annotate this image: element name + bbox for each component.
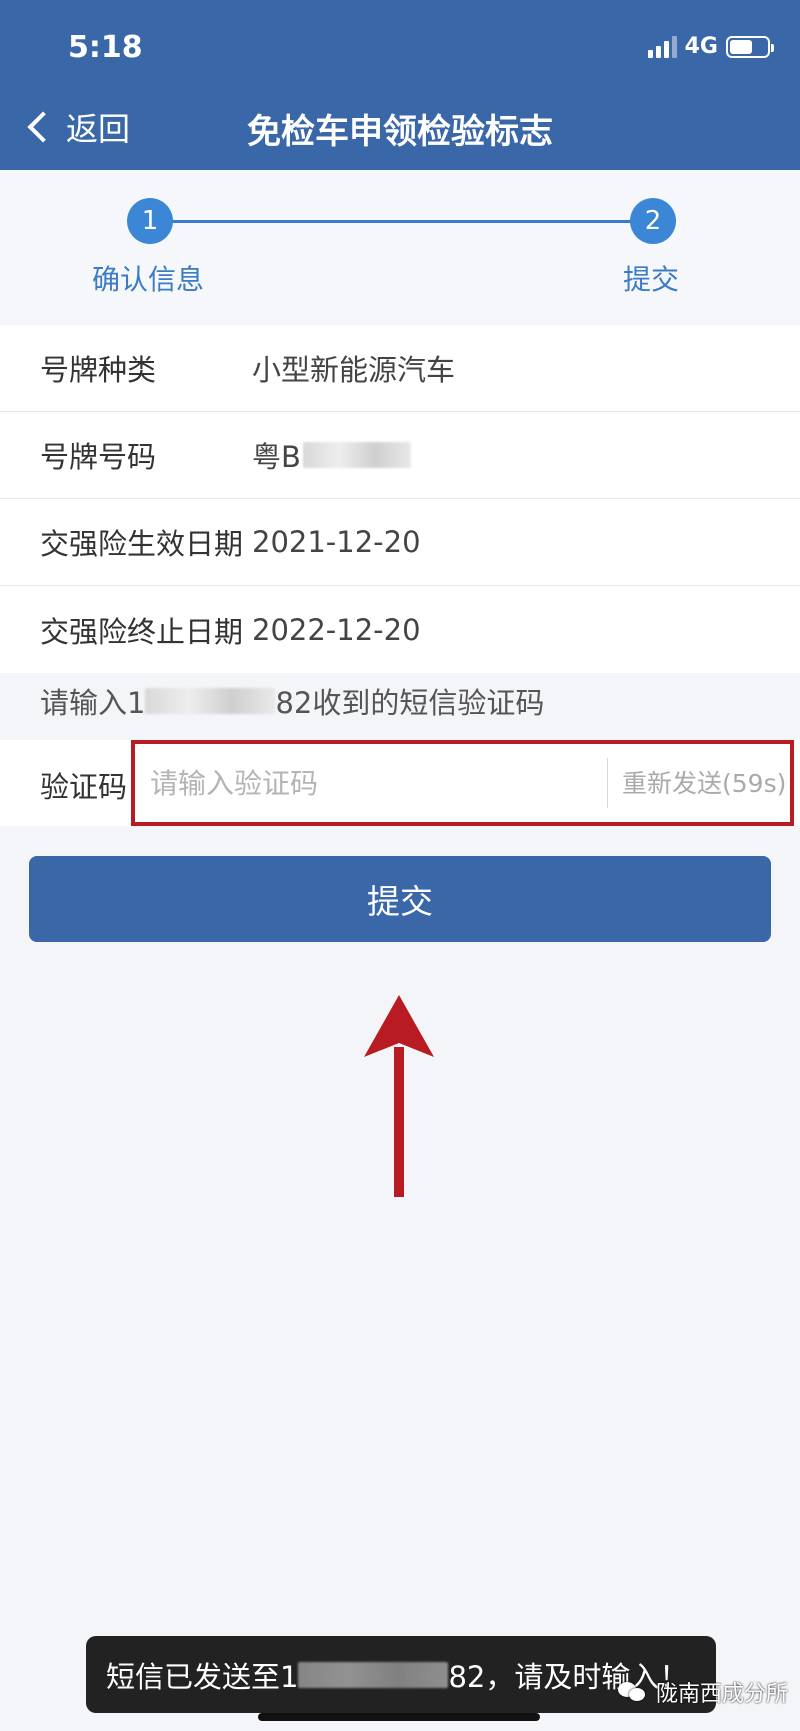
step-connector — [152, 220, 652, 223]
sms-hint: 请输入1 82收到的短信验证码 — [40, 680, 544, 722]
status-time: 5:18 — [68, 30, 143, 65]
info-row-plate-type: 号牌种类 小型新能源汽车 — [0, 325, 800, 412]
watermark-text: 陇南西成分所 — [655, 1682, 788, 1707]
arrow-up-icon — [364, 995, 434, 1197]
signal-icon — [647, 35, 677, 58]
progress-stepper: 1 2 确认信息 提交 — [0, 170, 800, 324]
home-indicator — [258, 1713, 540, 1721]
wechat-icon — [617, 1680, 648, 1704]
toast-prefix: 短信已发送至1 — [106, 1659, 299, 1694]
network-type: 4G — [684, 34, 718, 59]
step-2-circle: 2 — [630, 198, 676, 244]
verification-row: 验证码 重新发送(59s) — [0, 740, 800, 826]
plate-prefix: 粤B — [252, 440, 301, 474]
step-1-circle: 1 — [127, 198, 173, 244]
info-row-plate-number: 号牌号码 粤B — [0, 412, 800, 499]
vehicle-info-list: 号牌种类 小型新能源汽车 号牌号码 粤B 交强险生效日期 2021-12-20 … — [0, 325, 800, 673]
info-label: 号牌号码 — [40, 440, 157, 474]
info-label: 交强险生效日期 — [40, 527, 244, 561]
sms-hint-suffix: 82收到的短信验证码 — [275, 686, 545, 720]
verification-label: 验证码 — [40, 770, 128, 804]
step-2-label: 提交 — [623, 263, 680, 296]
battery-icon — [726, 35, 774, 58]
redacted-phone — [145, 688, 276, 714]
page-title: 免检车申领检验标志 — [247, 112, 553, 152]
info-value: 2022-12-20 — [252, 612, 421, 647]
watermark: 陇南西成分所 — [617, 1676, 788, 1708]
info-row-insurance-end: 交强险终止日期 2022-12-20 — [0, 586, 800, 673]
step-1-label: 确认信息 — [92, 263, 205, 296]
redacted-plate — [302, 442, 411, 468]
status-indicators: 4G — [647, 34, 774, 59]
app-header: 5:18 4G 返回 免检车申领检验标志 — [0, 0, 800, 170]
sms-hint-prefix: 请输入1 — [40, 686, 146, 720]
info-value: 粤B — [252, 434, 411, 476]
highlight-box — [131, 740, 794, 826]
submit-button[interactable]: 提交 — [29, 856, 771, 942]
info-value: 小型新能源汽车 — [252, 353, 456, 387]
info-label: 交强险终止日期 — [40, 614, 244, 649]
redacted-phone — [298, 1661, 449, 1688]
info-row-insurance-start: 交强险生效日期 2021-12-20 — [0, 499, 800, 586]
info-value: 2021-12-20 — [252, 525, 421, 559]
info-label: 号牌种类 — [40, 353, 157, 387]
